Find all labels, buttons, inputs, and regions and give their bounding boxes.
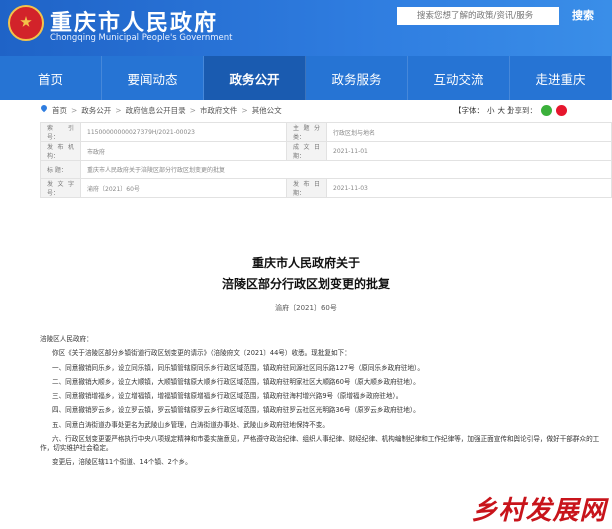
article-title-line2: 涪陵区部分行政区划变更的批复 — [221, 277, 390, 291]
table-row: 发布机构： 市政府 成文日期： 2021-11-01 — [40, 141, 612, 161]
article-paragraph: 你区《关于涪陵区部分乡镇街道行政区划变更的请示》（涪陵府文〔2021〕44号）收… — [52, 349, 351, 358]
font-large-button[interactable]: 大 — [498, 105, 506, 116]
index-no-label: 索 引 号： — [40, 122, 81, 142]
breadcrumb-gov-affairs[interactable]: 政务公开 — [81, 105, 111, 116]
nav-item-gov-affairs[interactable]: 政务公开 — [204, 56, 306, 100]
index-no-value: 11500000000027379H/2021-00023 — [80, 122, 287, 142]
nav-item-interaction[interactable]: 互动交流 — [408, 56, 510, 100]
date-label: 成文日期： — [286, 141, 327, 161]
font-size-label: 【字体： — [454, 105, 484, 115]
doc-no-label: 发文字号： — [40, 178, 81, 198]
nav-item-home[interactable]: 首页 — [0, 56, 102, 100]
document-meta-table: 索 引 号： 11500000000027379H/2021-00023 主题分… — [40, 122, 612, 198]
breadcrumb-separator: > — [189, 105, 196, 115]
pub-date-value: 2021-11-03 — [326, 178, 612, 198]
article-paragraph: 三、同意撤销增福乡，设立增福镇，增福镇管辖原增福乡行政区域范围，镇政府驻海村增兴… — [52, 392, 403, 401]
issuer-value: 市政府 — [80, 141, 287, 161]
search-button[interactable]: 搜索 — [559, 4, 607, 26]
article-title-line1: 重庆市人民政府关于 — [251, 256, 360, 270]
article-paragraph: 六、行政区划变更要严格执行中央八项规定精神和市委实施意见，严格遵守政治纪律、组织… — [40, 434, 600, 452]
title-label: 标 题： — [40, 160, 81, 179]
weibo-icon[interactable] — [556, 104, 567, 116]
article-paragraph: 五、同意白涛街道办事处更名为武陵山乡管理，白涛街道办事处、武陵山乡政府驻地保持不… — [52, 420, 329, 429]
wechat-icon[interactable] — [541, 104, 552, 116]
breadcrumb-separator: > — [71, 105, 78, 115]
article-paragraph: 一、同意撤销同乐乡，设立同乐镇，同乐镇管辖原同乐乡行政区域范围，镇政府驻同源社区… — [52, 363, 424, 372]
issuer-label: 发布机构： — [40, 141, 81, 161]
breadcrumb-separator: > — [115, 105, 122, 115]
topic-label: 主题分类： — [286, 122, 327, 142]
breadcrumb-info-catalog[interactable]: 政府信息公开目录 — [126, 105, 186, 116]
main-nav: 首页 要闻动态 政务公开 政务服务 互动交流 走进重庆 — [0, 56, 612, 100]
breadcrumb-separator: > — [241, 105, 248, 115]
breadcrumb: 首页 > 政务公开 > 政府信息公开目录 > 市政府文件 > 其他公文 【字体：… — [40, 101, 612, 119]
share-label: 分享到： — [507, 105, 537, 115]
breadcrumb-city-docs[interactable]: 市政府文件 — [200, 105, 238, 116]
date-value: 2021-11-01 — [326, 141, 612, 161]
article-body: 涪陵区人民政府： 你区《关于涪陵区部分乡镇街道行政区划变更的请示》（涪陵府文〔2… — [40, 335, 600, 472]
nav-item-about-chongqing[interactable]: 走进重庆 — [510, 56, 612, 100]
article-paragraph: 二、同意撤销大顺乡，设立大顺镇，大顺镇管辖原大顺乡行政区域范围，镇政府驻明家社区… — [52, 377, 420, 386]
article-paragraph: 四、同意撤销罗云乡，设立罗云镇，罗云镇管辖原罗云乡行政区域范围，镇政府驻罗云社区… — [52, 406, 420, 415]
breadcrumb-other-docs[interactable]: 其他公文 — [252, 105, 282, 116]
article-doc-number: 渝府〔2021〕60号 — [275, 304, 337, 312]
topic-value: 行政区划与地名 — [326, 122, 612, 142]
breadcrumb-home[interactable]: 首页 — [52, 105, 67, 116]
pub-date-label: 发布日期： — [286, 178, 327, 198]
doc-no-value: 渝府〔2021〕60号 — [80, 178, 287, 198]
article-paragraph: 变更后，涪陵区辖11个街道、14个镇、2个乡。 — [52, 458, 192, 467]
site-subtitle: Chongqing Municipal People's Government — [50, 33, 233, 43]
national-emblem-icon — [8, 5, 44, 41]
table-row: 标 题： 重庆市人民政府关于涪陵区部分行政区划变更的批复 — [40, 160, 612, 179]
article-salutation: 涪陵区人民政府： — [40, 335, 93, 343]
site-header: 重庆市人民政府 Chongqing Municipal People's Gov… — [0, 0, 612, 56]
share-control: 分享到： — [507, 101, 567, 119]
search-input[interactable] — [397, 7, 559, 25]
nav-item-news[interactable]: 要闻动态 — [102, 56, 204, 100]
watermark-text: 乡村发展网 — [471, 496, 607, 526]
watermark: 乡村发展网 — [466, 488, 612, 529]
font-small-button[interactable]: 小 — [487, 105, 495, 116]
title-value: 重庆市人民政府关于涪陵区部分行政区划变更的批复 — [80, 160, 612, 179]
table-row: 索 引 号： 11500000000027379H/2021-00023 主题分… — [40, 122, 612, 142]
table-row: 发文字号： 渝府〔2021〕60号 发布日期： 2021-11-03 — [40, 178, 612, 198]
location-pin-icon — [40, 105, 48, 115]
nav-item-services[interactable]: 政务服务 — [306, 56, 408, 100]
